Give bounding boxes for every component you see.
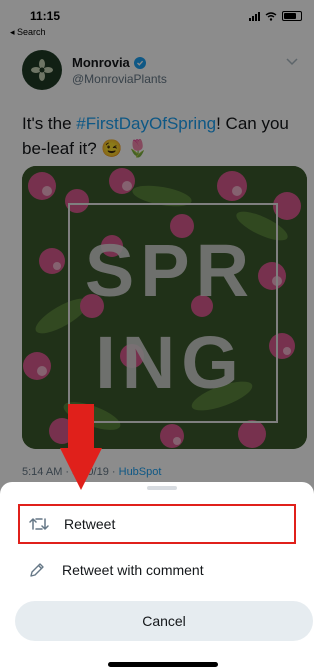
home-indicator [108, 662, 218, 667]
sheet-grabber [147, 486, 177, 490]
cancel-button[interactable]: Cancel [15, 601, 313, 641]
red-arrow-annotation-icon [60, 404, 102, 490]
retweet-label: Retweet [64, 516, 116, 532]
retweet-with-comment-option[interactable]: Retweet with comment [18, 550, 296, 590]
pencil-icon [26, 561, 48, 579]
retweet-with-comment-label: Retweet with comment [62, 562, 204, 578]
retweet-action-sheet: Retweet Retweet with comment Cancel [0, 482, 314, 667]
retweet-option[interactable]: Retweet [18, 504, 296, 544]
retweet-icon [28, 516, 50, 532]
